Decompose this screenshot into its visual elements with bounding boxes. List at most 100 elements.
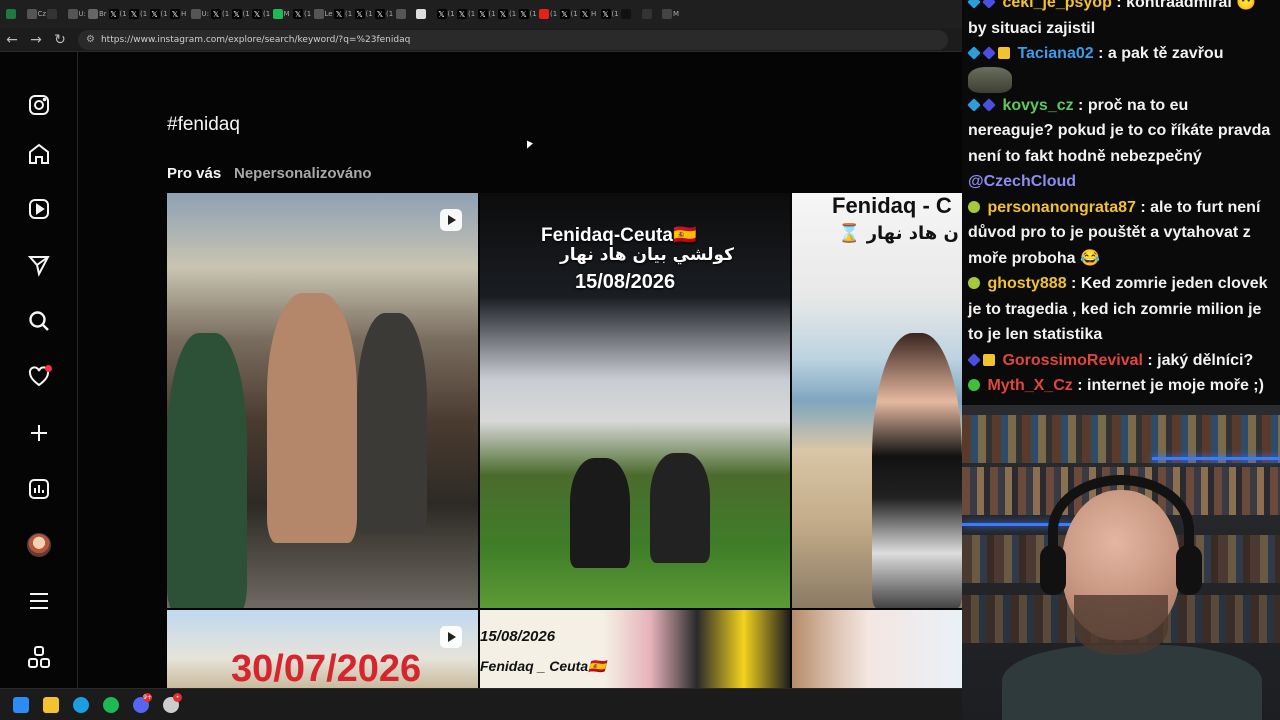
site-info-icon[interactable]: ⚙ — [86, 34, 95, 45]
chat-message: Myth_X_Cz : internet je moje moře ;) — [968, 373, 1274, 399]
more-menu-icon[interactable] — [24, 586, 54, 616]
browser-tab-label: U: — [201, 10, 209, 18]
tab-unpersonalized[interactable]: Nepersonalizováno — [234, 165, 372, 182]
reels-icon[interactable] — [24, 194, 54, 224]
browser-tab-label: (1 — [488, 10, 496, 18]
browser-tab[interactable]: 𝕏 (1 — [559, 4, 580, 24]
browser-tab[interactable]: 𝕏 (1 — [375, 4, 395, 24]
home-icon[interactable] — [24, 139, 54, 169]
browser-tab[interactable]: 𝕏H — [170, 4, 190, 24]
post-thumbnail[interactable]: 30/07/2026 — [167, 610, 478, 688]
chat-badge-icon — [982, 0, 996, 9]
browser-tab[interactable]: 𝕏 (1 — [436, 4, 457, 24]
browser-tab[interactable] — [395, 4, 416, 24]
browser-tab-strip: Cz U: Br 𝕏 (1 𝕏 (1 𝕏 (1 𝕏 H U: 𝕏 (1 𝕏 (1 𝕏 (1 M 𝕏 (1 Le 𝕏 (1 𝕏 (1… — [0, 0, 962, 28]
windows-start-icon[interactable] — [8, 692, 34, 718]
messages-icon[interactable] — [24, 250, 54, 280]
chat-username[interactable]: kovys_cz — [998, 97, 1073, 114]
address-bar[interactable]: ⚙ https://www.instagram.com/explore/sear… — [78, 29, 948, 50]
browser-tab[interactable]: 𝕏 (1 — [129, 4, 149, 24]
browser-tab[interactable]: 𝕏 (1 — [457, 4, 477, 24]
browser-tab[interactable]: 𝕏 (1 — [600, 4, 621, 24]
app-icon[interactable]: • — [158, 692, 184, 718]
browser-tab[interactable]: 𝕏 (1 — [334, 4, 354, 24]
chat-username[interactable]: GorossimoRevival — [998, 352, 1143, 369]
reel-icon — [440, 209, 462, 231]
search-icon[interactable] — [24, 306, 54, 336]
forward-arrow-icon[interactable]: → — [24, 28, 48, 52]
post-thumbnail[interactable] — [167, 193, 478, 608]
also-from-meta-icon[interactable] — [24, 642, 54, 672]
search-icon — [641, 9, 652, 19]
page-icon — [67, 9, 78, 19]
browser-tab[interactable]: 𝕏 (1 — [477, 4, 498, 24]
browser-tab[interactable]: 𝕏 (1 — [354, 4, 375, 24]
page-title: #fenidaq — [167, 114, 240, 135]
browser-tab-label: (1 — [509, 10, 517, 18]
browser-tab[interactable] — [416, 4, 436, 24]
chat-username[interactable]: ceki_je_psyop — [998, 0, 1111, 11]
post-thumbnail[interactable] — [792, 610, 962, 688]
browser-tab[interactable]: M — [272, 4, 293, 24]
browser-tab[interactable] — [641, 4, 662, 24]
browser-tab[interactable]: 𝕏 (1 — [149, 4, 170, 24]
browser-tab[interactable]: (1 — [539, 4, 559, 24]
browser-tab[interactable] — [47, 4, 67, 24]
x-icon: 𝕏 — [211, 9, 221, 19]
notifications-heart-icon[interactable] — [24, 362, 54, 392]
browser-tab[interactable]: 𝕏 (1 — [518, 4, 539, 24]
browser-tab[interactable]: M — [662, 4, 682, 24]
post-thumbnail[interactable]: 15/08/2026 Fenidaq _ Ceuta🇪🇸 — [480, 610, 790, 688]
browser-tab[interactable]: 𝕏 (1 — [108, 4, 129, 24]
windows-taskbar: 9+ • — [0, 688, 962, 720]
browser-tab[interactable]: Le — [313, 4, 334, 24]
photo-figure — [570, 458, 630, 568]
mouse-cursor-icon — [527, 140, 533, 152]
chat-username[interactable]: Myth_X_Cz — [983, 377, 1072, 394]
chat-username[interactable]: personanongrata87 — [983, 199, 1136, 216]
browser-tab[interactable]: 𝕏 (1 — [498, 4, 518, 24]
taskbar-app-glyph — [103, 696, 119, 713]
taskbar-app-glyph — [43, 696, 59, 713]
browser-tab[interactable]: Br — [88, 4, 108, 24]
x-icon: 𝕏 — [170, 9, 180, 19]
browser-tab[interactable]: U: — [190, 4, 211, 24]
browser-tab[interactable]: 𝕏 (1 — [293, 4, 313, 24]
profile-avatar[interactable] — [24, 530, 54, 560]
chat-text: internet je moje moře ;) — [1087, 377, 1264, 394]
chat-message: ghosty888 : Ked zomrie jeden clovek je t… — [968, 271, 1274, 348]
post-thumbnail[interactable]: Fenidaq - C ⌛ ن هاد نهار — [792, 193, 962, 608]
chat-message: personanongrata87 : ale to furt není dův… — [968, 195, 1274, 272]
browser-tab[interactable]: 𝕏H — [580, 4, 600, 24]
post-date: 15/08/2026 — [575, 271, 676, 293]
tab-for-you[interactable]: Pro vás — [167, 165, 221, 182]
spotify-icon[interactable] — [98, 692, 124, 718]
edge-icon[interactable] — [68, 692, 94, 718]
browser-tab[interactable] — [621, 4, 641, 24]
browser-tab[interactable]: U: — [67, 4, 88, 24]
create-plus-icon[interactable] — [24, 418, 54, 448]
browser-tab[interactable] — [6, 4, 26, 24]
chat-badge-icon — [968, 200, 980, 213]
post-date: 15/08/2026 — [480, 628, 556, 645]
back-arrow-icon[interactable]: ← — [0, 28, 24, 52]
file-explorer-icon[interactable] — [38, 692, 64, 718]
chat-username[interactable]: Taciana02 — [1013, 45, 1093, 62]
dashboard-chart-icon[interactable] — [24, 474, 54, 504]
chat-message-list: ceki_je_psyop : kontraadmirál 😶 by situa… — [967, 0, 1274, 399]
instagram-logo-icon[interactable] — [24, 90, 54, 120]
reel-icon — [440, 626, 462, 648]
browser-tab[interactable]: 𝕏 (1 — [231, 4, 252, 24]
x-icon: 𝕏 — [375, 9, 385, 19]
chat-badge-icon — [967, 46, 981, 60]
browser-tab[interactable]: 𝕏 (1 — [211, 4, 231, 24]
chat-username[interactable]: ghosty888 — [983, 275, 1066, 292]
chat-separator: : — [1066, 275, 1081, 292]
url-text[interactable]: https://www.instagram.com/explore/search… — [101, 35, 410, 45]
chat-mention[interactable]: @CzechCloud — [968, 173, 1076, 190]
browser-tab[interactable]: 𝕏 (1 — [252, 4, 272, 24]
reload-icon[interactable]: ↻ — [48, 28, 72, 52]
post-thumbnail[interactable]: Fenidaq-Ceuta🇪🇸 كولشي بيان هاد نهار 15/0… — [480, 193, 790, 608]
discord-icon[interactable]: 9+ — [128, 692, 154, 718]
browser-tab[interactable]: Cz — [26, 4, 47, 24]
